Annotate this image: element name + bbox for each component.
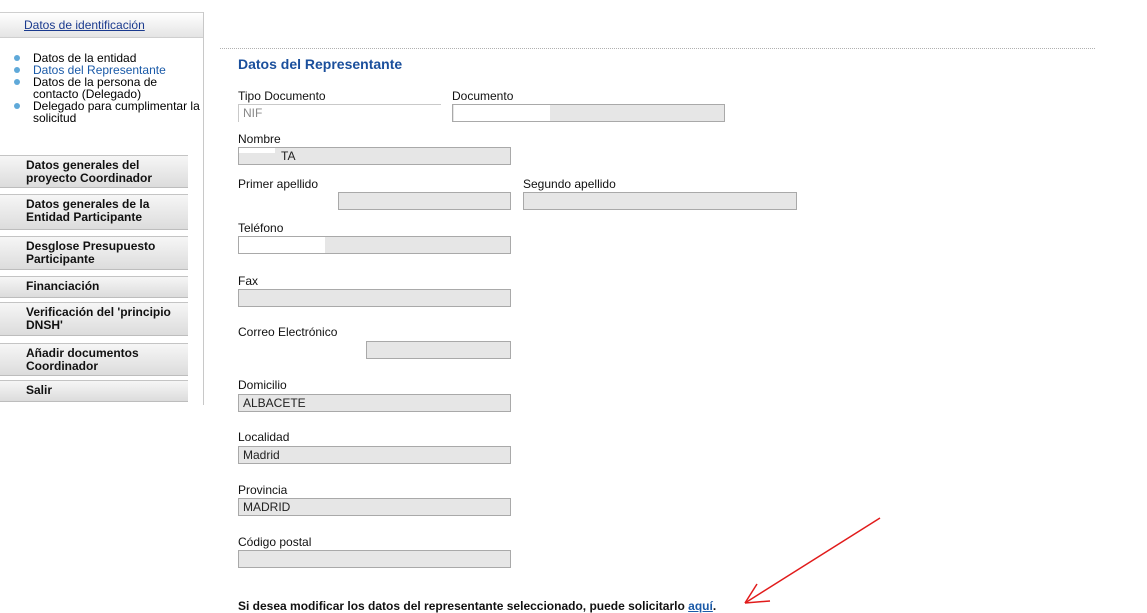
tipo-documento-label: Tipo Documento — [238, 89, 326, 103]
sidebar-subitem-persona-contacto[interactable]: Datos de la persona de contacto (Delegad… — [0, 76, 203, 100]
domicilio-field[interactable]: ALBACETE — [238, 394, 511, 412]
sidebar-subitem-label: Datos de la persona de contacto (Delegad… — [33, 75, 158, 101]
modify-representative-note: Si desea modificar los datos del represe… — [238, 599, 716, 613]
menu-label: Añadir documentos Coordinador — [26, 346, 139, 373]
sidebar-sub-list: Datos de la entidad Datos del Representa… — [0, 52, 203, 124]
codigo-postal-label: Código postal — [238, 535, 312, 549]
menu-financiacion[interactable]: Financiación — [0, 276, 188, 298]
footer-text: Si desea modificar los datos del represe… — [238, 599, 685, 613]
bullet-icon — [14, 67, 20, 73]
localidad-label: Localidad — [238, 430, 290, 444]
primer-apellido-field[interactable] — [338, 192, 511, 210]
documento-label: Documento — [452, 89, 514, 103]
fax-field[interactable] — [238, 289, 511, 307]
bullet-icon — [14, 103, 20, 109]
main-content: Datos del Representante Tipo Documento N… — [205, 0, 1147, 613]
localidad-field[interactable]: Madrid — [238, 446, 511, 464]
menu-anadir-documentos[interactable]: Añadir documentos Coordinador — [0, 343, 188, 376]
nombre-field[interactable]: TA — [238, 147, 511, 165]
redacted-area — [239, 237, 325, 253]
menu-verificacion-dnsh[interactable]: Verificación del 'principio DNSH' — [0, 302, 188, 336]
menu-salir[interactable]: Salir — [0, 380, 188, 402]
menu-desglose-presupuesto[interactable]: Desglose Presupuesto Participante — [0, 236, 188, 270]
correo-label: Correo Electrónico — [238, 325, 338, 339]
provincia-field[interactable]: MADRID — [238, 498, 511, 516]
redacted-area — [454, 105, 550, 121]
separator — [220, 48, 1095, 49]
menu-label: Financiación — [26, 279, 100, 293]
aqui-link[interactable]: aquí — [688, 599, 713, 613]
redacted-area — [239, 148, 275, 153]
correo-field[interactable] — [366, 341, 511, 359]
sidebar-subitem-label: Delegado para cumplimentar la solicitud — [33, 99, 200, 125]
telefono-label: Teléfono — [238, 221, 284, 235]
menu-label: Datos generales del proyecto Coordinador — [26, 158, 153, 185]
codigo-postal-field[interactable] — [238, 550, 511, 568]
segundo-apellido-label: Segundo apellido — [523, 177, 616, 191]
menu-label: Desglose Presupuesto Participante — [26, 239, 156, 266]
menu-label: Salir — [26, 383, 53, 397]
domicilio-label: Domicilio — [238, 378, 287, 392]
menu-label: Verificación del 'principio DNSH' — [26, 305, 171, 332]
page-title: Datos del Representante — [238, 56, 403, 72]
bullet-icon — [14, 55, 20, 61]
primer-apellido-label: Primer apellido — [238, 177, 319, 191]
provincia-label: Provincia — [238, 483, 288, 497]
segundo-apellido-field[interactable] — [523, 192, 797, 210]
sidebar: Datos de identificación Datos de la enti… — [0, 0, 204, 612]
menu-datos-generales-participante[interactable]: Datos generales de la Entidad Participan… — [0, 194, 188, 230]
sidebar-section-title[interactable]: Datos de identificación — [24, 18, 145, 32]
fax-label: Fax — [238, 274, 259, 288]
tipo-documento-field[interactable]: NIF — [238, 104, 441, 122]
nombre-label: Nombre — [238, 132, 281, 146]
sidebar-divider — [203, 12, 204, 405]
bullet-icon — [14, 79, 20, 85]
menu-datos-generales-coordinador[interactable]: Datos generales del proyecto Coordinador — [0, 155, 188, 188]
sidebar-subitem-delegado[interactable]: Delegado para cumplimentar la solicitud — [0, 100, 203, 124]
menu-label: Datos generales de la Entidad Participan… — [26, 197, 150, 224]
footer-end: . — [712, 599, 717, 613]
sidebar-section-datos-identificacion[interactable]: Datos de identificación — [0, 12, 203, 38]
